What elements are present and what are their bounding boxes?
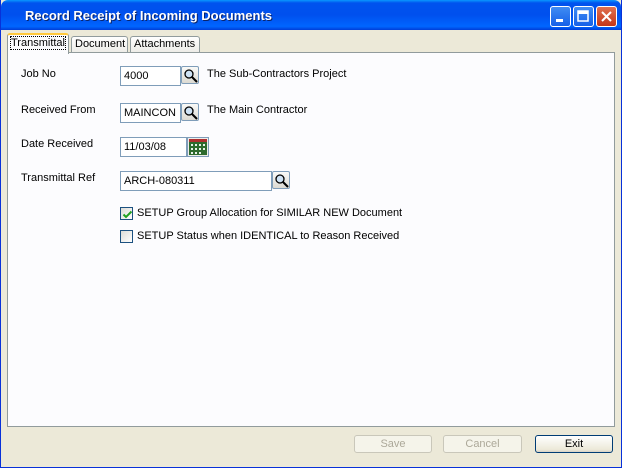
group-allocation-label: SETUP Group Allocation for SIMILAR NEW D… [137, 207, 403, 219]
calendar-icon [189, 139, 207, 155]
lookup-icon [184, 106, 198, 120]
title-bar[interactable]: Record Receipt of Incoming Documents [1, 0, 621, 30]
dialog-window: Record Receipt of Incoming Documents Tra… [0, 0, 622, 468]
cancel-button[interactable]: Cancel [443, 435, 522, 453]
exit-button[interactable]: Exit [535, 435, 613, 453]
close-button[interactable] [596, 6, 617, 27]
tab-label: Document [75, 38, 126, 50]
date-picker-button[interactable] [187, 137, 209, 157]
window-icon [7, 8, 21, 22]
received-from-field[interactable]: MAINCON [120, 103, 181, 123]
transmittal-ref-lookup-button[interactable] [272, 171, 290, 189]
group-allocation-checkbox[interactable] [120, 207, 133, 220]
minimize-button[interactable] [550, 6, 571, 27]
job-no-field[interactable]: 4000 [120, 66, 181, 86]
close-icon [601, 11, 612, 22]
transmittal-ref-label: Transmittal Ref [21, 172, 96, 184]
received-from-description: The Main Contractor [207, 104, 308, 116]
transmittal-ref-field[interactable]: ARCH-080311 [120, 171, 272, 191]
tab-panel: Job No 4000 The Sub-Contractors Project … [7, 52, 615, 427]
lookup-icon [184, 69, 198, 83]
tab-transmittal[interactable]: Transmittal [7, 33, 69, 54]
save-button[interactable]: Save [354, 435, 432, 453]
window-title: Record Receipt of Incoming Documents [25, 8, 273, 23]
received-from-label: Received From [21, 104, 96, 116]
tab-label: Transmittal [10, 36, 66, 50]
tab-label: Attachments [134, 38, 196, 50]
date-received-label: Date Received [21, 138, 94, 150]
job-no-description: The Sub-Contractors Project [207, 68, 347, 80]
job-no-lookup-button[interactable] [181, 66, 199, 84]
tab-document[interactable]: Document [71, 36, 128, 53]
maximize-icon [577, 10, 589, 22]
checkmark-icon [122, 210, 133, 219]
minimize-icon [556, 19, 563, 22]
date-received-field[interactable]: 11/03/08 [120, 137, 187, 157]
maximize-button[interactable] [573, 6, 594, 27]
lookup-icon [275, 174, 289, 188]
tab-attachments[interactable]: Attachments [130, 36, 200, 53]
status-checkbox[interactable] [120, 230, 133, 243]
job-no-label: Job No [21, 68, 56, 80]
status-label: SETUP Status when IDENTICAL to Reason Re… [137, 230, 400, 242]
received-from-lookup-button[interactable] [181, 103, 199, 121]
